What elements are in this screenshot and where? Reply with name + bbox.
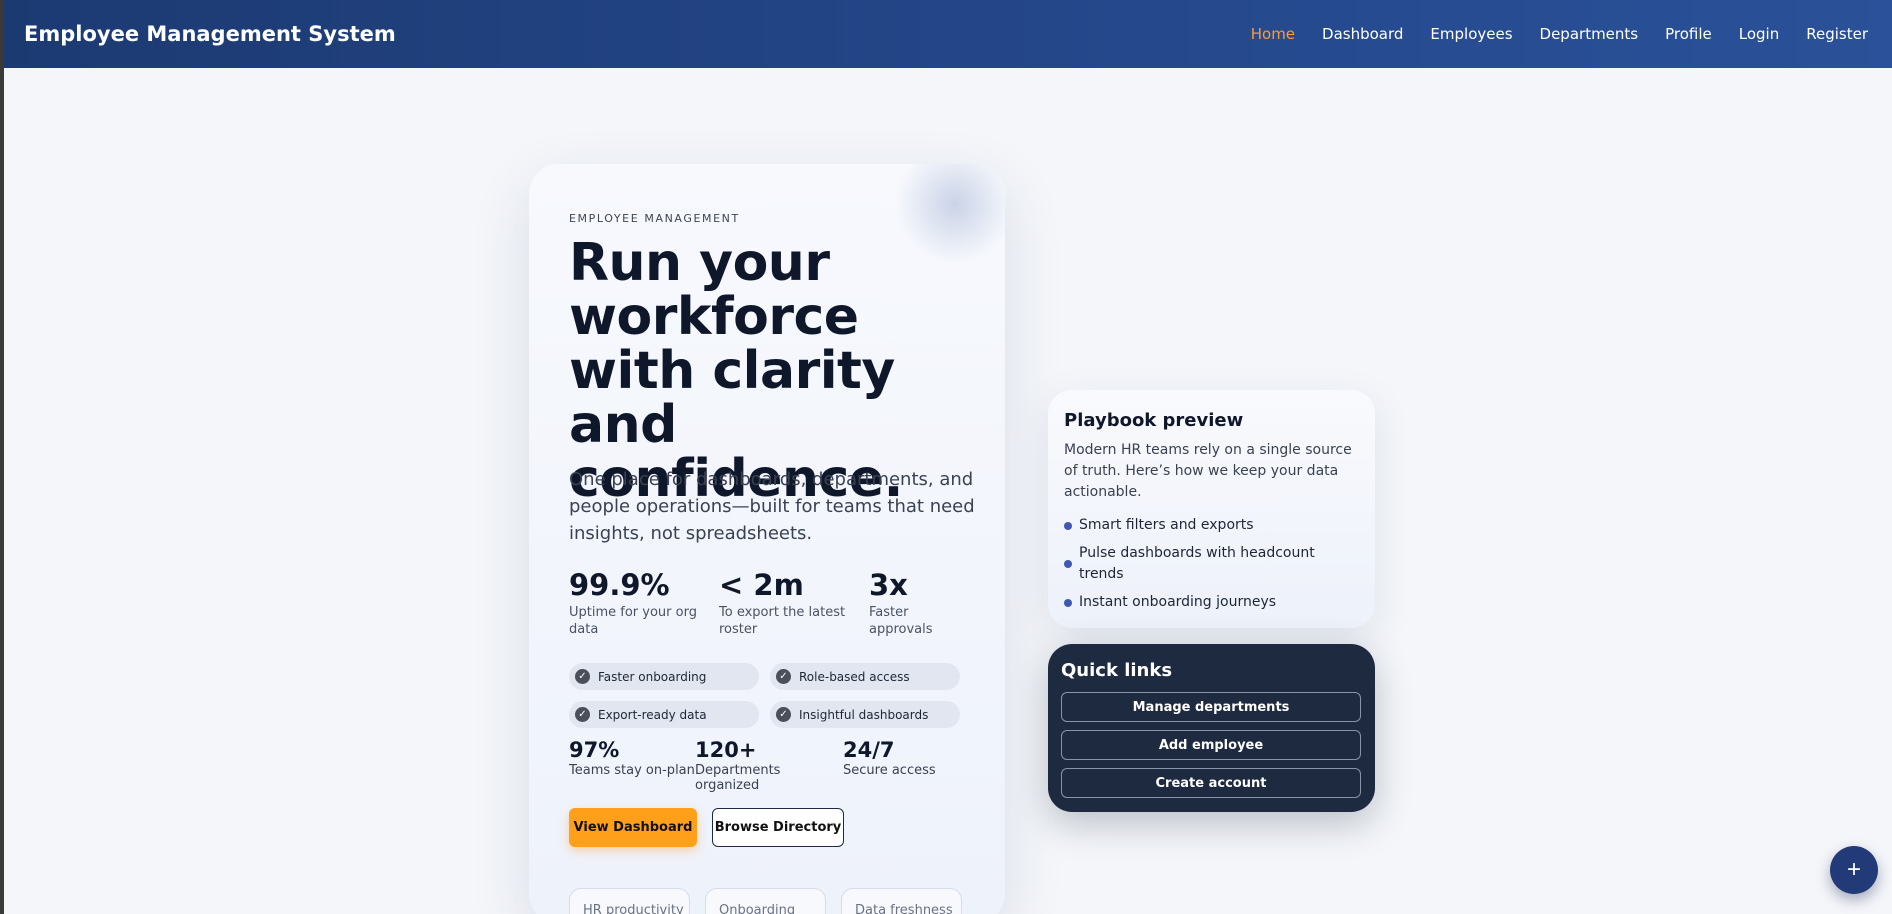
bullet-icon [1064,521,1072,530]
hero-metrics: 97% Teams stay on-plan 120+ Departments … [569,738,963,793]
view-dashboard-button[interactable]: View Dashboard [569,808,697,847]
insight-card: Onboarding [705,888,826,914]
list-item-label: Smart filters and exports [1079,517,1254,533]
feature-chip: ✓ Role-based access [770,663,960,690]
nav-profile[interactable]: Profile [1665,25,1712,43]
chip-label: Insightful dashboards [799,707,929,722]
metric-departments: 120+ Departments organized [695,738,843,793]
check-icon: ✓ [575,707,590,722]
hero-stats: 99.9% Uptime for your org data < 2m To e… [569,568,969,638]
navbar: Employee Management System Home Dashboar… [4,0,1892,68]
feature-chip: ✓ Export-ready data [569,701,759,728]
stat-value: 99.9% [569,568,670,602]
feature-chips: ✓ Faster onboarding ✓ Role-based access ✓ E… [569,663,963,728]
list-item-label: Instant onboarding journeys [1079,594,1277,610]
list-item: Smart filters and exports [1064,515,1359,536]
brand-title[interactable]: Employee Management System [24,22,396,46]
check-icon: ✓ [575,669,590,684]
chip-label: Role-based access [799,669,910,684]
insight-card: HR productivity [569,888,690,914]
stat-uptime: 99.9% Uptime for your org data [569,568,719,638]
browse-directory-button[interactable]: Browse Directory [712,808,844,847]
nav-departments[interactable]: Departments [1540,25,1639,43]
stat-export: < 2m To export the latest roster [719,568,869,638]
feature-chip: ✓ Faster onboarding [569,663,759,690]
page: Employee Management System Home Dashboar… [4,0,1892,914]
stat-label: Faster approvals [869,605,933,637]
metric-value: 120+ [695,738,757,762]
metric-on-plan: 97% Teams stay on-plan [569,738,695,793]
metric-label: Departments organized [695,763,781,793]
stat-label: To export the latest roster [719,605,846,637]
feature-chip: ✓ Insightful dashboards [770,701,960,728]
nav-register[interactable]: Register [1806,25,1868,43]
insight-cards: HR productivity Onboarding Data freshnes… [569,888,962,914]
nav-dashboard[interactable]: Dashboard [1322,25,1403,43]
check-icon: ✓ [776,669,791,684]
add-employee-button[interactable]: Add employee [1061,730,1361,760]
insight-card: Data freshness [841,888,962,914]
stat-value: 3x [869,568,908,602]
create-account-button[interactable]: Create account [1061,768,1361,798]
playbook-card: Playbook preview Modern HR teams rely on… [1048,390,1375,628]
playbook-text: Modern HR teams rely on a single source … [1064,442,1352,500]
stat-value: < 2m [719,568,804,602]
hero-card: EMPLOYEE MANAGEMENT Run your workforce w… [529,164,1005,914]
bullet-icon [1064,560,1072,568]
stat-approvals: 3x Faster approvals [869,568,969,638]
hero-lede: One place for dashboards, departments, a… [569,469,975,544]
metric-label: Secure access [843,763,936,778]
check-icon: ✓ [776,707,791,722]
playbook-list: Smart filters and exports Pulse dashboar… [1064,515,1359,613]
metric-value: 97% [569,738,620,762]
quick-links-title: Quick links [1061,660,1173,681]
bullet-icon [1064,598,1072,607]
chip-label: Faster onboarding [598,669,707,684]
list-item: Instant onboarding journeys [1064,592,1359,613]
list-item-label: Pulse dashboards with headcount trends [1079,545,1315,582]
playbook-title: Playbook preview [1064,410,1244,431]
manage-departments-button[interactable]: Manage departments [1061,692,1361,722]
list-item: Pulse dashboards with headcount trends [1064,543,1359,585]
metric-value: 24/7 [843,738,895,762]
metric-label: Teams stay on-plan [569,763,695,778]
nav-home[interactable]: Home [1251,25,1295,43]
nav-employees[interactable]: Employees [1430,25,1512,43]
hero-eyebrow: EMPLOYEE MANAGEMENT [569,212,740,225]
plus-icon[interactable]: + [1830,846,1878,894]
metric-secure-access: 24/7 Secure access [843,738,963,793]
chip-label: Export-ready data [598,707,707,722]
main-nav: Home Dashboard Employees Departments Pro… [1251,25,1868,43]
nav-login[interactable]: Login [1739,25,1779,43]
quick-links-card: Quick links Manage departments Add emplo… [1048,644,1375,812]
stat-label: Uptime for your org data [569,605,697,637]
